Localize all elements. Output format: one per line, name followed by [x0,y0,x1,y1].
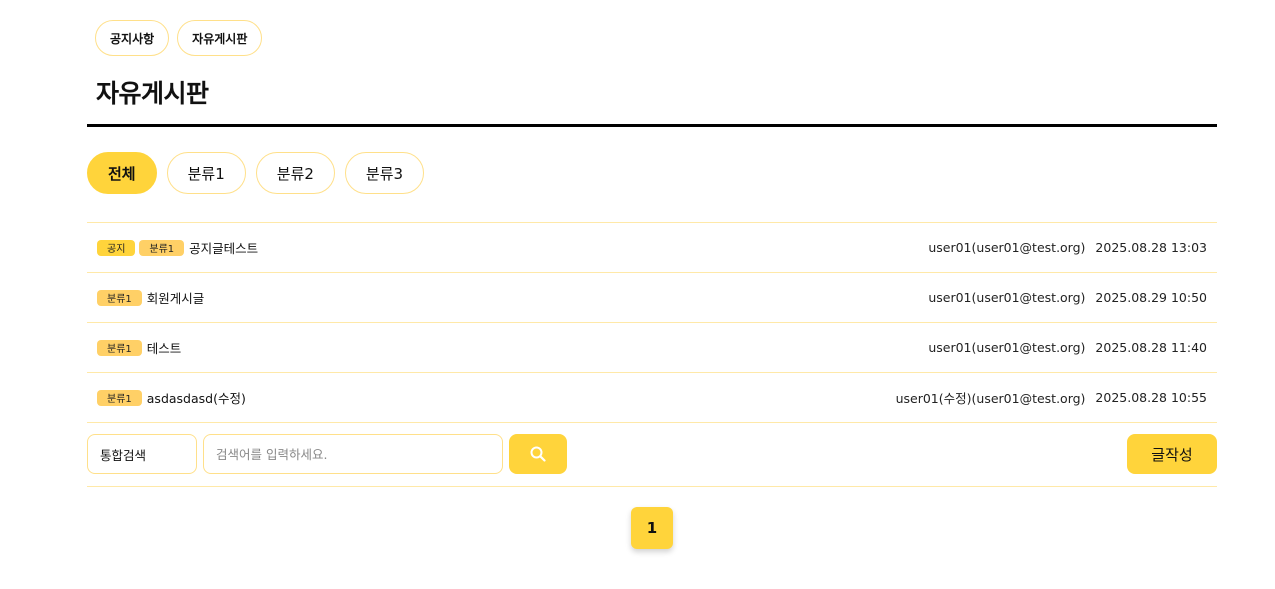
post-row[interactable]: 공지 분류1 공지글테스트 user01(user01@test.org) 20… [87,223,1217,273]
search-bar: 통합검색 글작성 [87,434,1217,474]
search-input[interactable] [203,434,503,474]
search-button[interactable] [509,434,567,474]
post-row-left: 분류1 회원게시글 [97,288,928,307]
post-row[interactable]: 분류1 회원게시글 user01(user01@test.org) 2025.0… [87,273,1217,323]
board-nav: 공지사항 자유게시판 [95,20,263,56]
board-nav-notice[interactable]: 공지사항 [95,20,170,56]
post-author: user01(수정)(user01@test.org) [895,391,1086,406]
post-author: user01(user01@test.org) [928,290,1086,305]
category-badge: 분류1 [97,289,142,306]
category-tab-all[interactable]: 전체 [87,152,157,194]
list-bottom-divider [87,486,1217,487]
post-date: 2025.08.29 10:50 [1095,290,1207,305]
search-icon [530,446,546,462]
category-tab-2[interactable]: 분류2 [255,152,335,194]
search-scope-select[interactable]: 통합검색 [87,434,197,474]
post-title[interactable]: 테스트 [147,338,182,357]
board-nav-free-board[interactable]: 자유게시판 [177,20,263,56]
post-author: user01(user01@test.org) [928,240,1086,255]
post-row[interactable]: 분류1 테스트 user01(user01@test.org) 2025.08.… [87,323,1217,373]
post-row[interactable]: 분류1 asdasdasd(수정) user01(수정)(user01@test… [87,373,1217,423]
write-post-button[interactable]: 글작성 [1127,434,1217,474]
post-row-left: 공지 분류1 공지글테스트 [97,238,928,257]
category-tabs: 전체 분류1 분류2 분류3 [87,152,425,194]
category-tab-3[interactable]: 분류3 [344,152,425,194]
post-title[interactable]: asdasdasd(수정) [147,388,246,407]
post-title[interactable]: 회원게시글 [147,288,205,307]
notice-badge: 공지 [97,239,136,256]
title-divider [87,124,1217,127]
post-date: 2025.08.28 11:40 [1095,340,1207,355]
category-tab-1[interactable]: 분류1 [166,152,246,194]
pagination: 1 [631,507,673,549]
page-button-current[interactable]: 1 [631,507,673,549]
category-badge: 분류1 [97,339,142,356]
post-row-left: 분류1 테스트 [97,338,928,357]
category-badge: 분류1 [139,239,185,256]
post-author: user01(user01@test.org) [928,340,1086,355]
post-list: 공지 분류1 공지글테스트 user01(user01@test.org) 20… [87,222,1217,423]
post-title[interactable]: 공지글테스트 [189,238,258,257]
post-date: 2025.08.28 13:03 [1095,240,1207,255]
page-title: 자유게시판 [96,79,209,108]
category-badge: 분류1 [97,389,142,406]
post-date: 2025.08.28 10:55 [1095,390,1207,405]
post-row-left: 분류1 asdasdasd(수정) [97,388,896,407]
